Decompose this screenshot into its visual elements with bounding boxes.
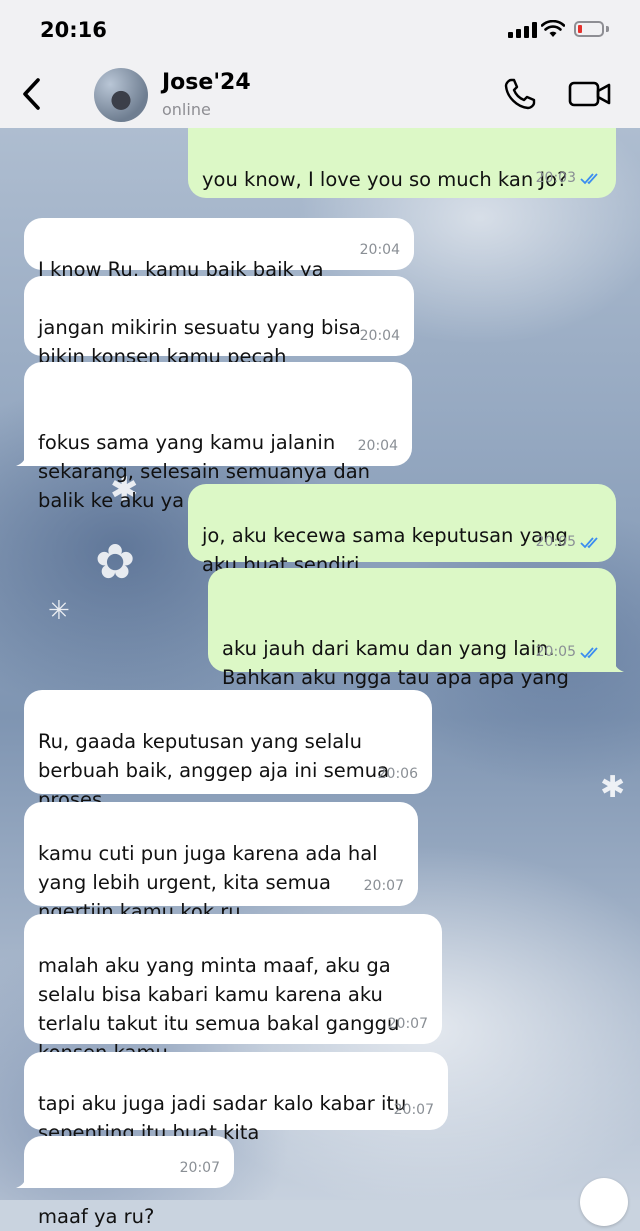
battery-cap <box>606 26 609 32</box>
message-meta: 20:07 <box>364 872 404 901</box>
message-time: 20:04 <box>359 328 400 344</box>
message-meta: 20:04 <box>358 432 398 461</box>
wifi-icon <box>541 20 565 37</box>
message-time: 20:06 <box>377 766 418 782</box>
contact-name[interactable]: Jose'24 <box>162 70 251 95</box>
message-meta: 20:06 <box>378 760 418 789</box>
message-time: 20:05 <box>535 644 576 660</box>
message-bubble-incoming[interactable]: Ru, gaada keputusan yang selalu berbuah … <box>24 690 432 811</box>
message-meta: 20:03 <box>536 164 602 193</box>
message-bubble-outgoing[interactable]: jo, aku kecewa sama keputusan yang aku b… <box>188 484 616 576</box>
message-meta: 20:07 <box>388 1010 428 1039</box>
message-meta: 20:07 <box>180 1154 220 1183</box>
bubble-tail <box>16 452 34 466</box>
message-time: 20:03 <box>535 170 576 186</box>
message-bubble-outgoing[interactable]: you know, I love you so much kan Jo? 20:… <box>188 128 616 198</box>
message-bubble-outgoing[interactable]: aku jauh dari kamu dan yang lain. Bahkan… <box>208 568 624 718</box>
bubble-tail <box>16 1174 34 1188</box>
message-bubble-incoming[interactable]: I know Ru, kamu baik baik ya 20:04 <box>24 218 414 281</box>
message-time: 20:07 <box>387 1016 428 1032</box>
message-meta: 20:05 <box>536 638 602 667</box>
message-time: 20:07 <box>393 1102 434 1118</box>
message-bubble-incoming[interactable]: jangan mikirin sesuatu yang bisa bikin k… <box>24 276 414 368</box>
message-meta: 20:07 <box>394 1096 434 1125</box>
wallpaper-star-icon: ✿ <box>95 534 136 590</box>
bubble-tail <box>606 658 624 672</box>
wallpaper-star-icon: ✳ <box>48 596 70 626</box>
message-bubble-incoming[interactable]: kamu cuti pun juga karena ada hal yang l… <box>24 802 418 923</box>
message-time: 20:04 <box>359 242 400 258</box>
message-bubble-incoming[interactable]: tapi aku juga jadi sadar kalo kabar itu … <box>24 1052 448 1144</box>
chat-header: Jose'24 online <box>0 62 640 128</box>
scroll-to-bottom-button[interactable] <box>580 1178 628 1226</box>
chevron-left-icon[interactable] <box>14 74 50 114</box>
message-meta: 20:05 <box>536 528 602 557</box>
message-text: maaf ya ru? <box>38 1205 155 1228</box>
wallpaper-star-icon: ✱ <box>600 770 626 805</box>
message-time: 20:05 <box>535 534 576 550</box>
video-camera-icon[interactable] <box>568 78 612 110</box>
message-time: 20:04 <box>357 438 398 454</box>
contact-avatar[interactable] <box>94 68 148 122</box>
message-text: you know, I love you so much kan Jo? <box>202 168 568 191</box>
cellular-signal-icon <box>508 22 538 38</box>
double-check-icon <box>580 536 598 548</box>
double-check-icon <box>580 646 598 658</box>
message-bubble-incoming[interactable]: malah aku yang minta maaf, aku ga selalu… <box>24 914 442 1064</box>
contact-status: online <box>162 100 211 119</box>
double-check-icon <box>580 172 598 184</box>
message-bubble-incoming[interactable]: maaf ya ru? 20:07 <box>16 1136 234 1228</box>
message-time: 20:07 <box>363 878 404 894</box>
message-bubble-incoming[interactable]: fokus sama yang kamu jalanin sekarang, s… <box>16 362 412 512</box>
status-bar: 20:16 <box>0 0 640 62</box>
battery-icon <box>574 21 604 37</box>
message-meta: 20:04 <box>360 322 400 351</box>
phone-icon[interactable] <box>502 76 538 112</box>
status-time: 20:16 <box>40 18 107 42</box>
message-time: 20:07 <box>179 1160 220 1176</box>
message-meta: 20:04 <box>360 236 400 265</box>
